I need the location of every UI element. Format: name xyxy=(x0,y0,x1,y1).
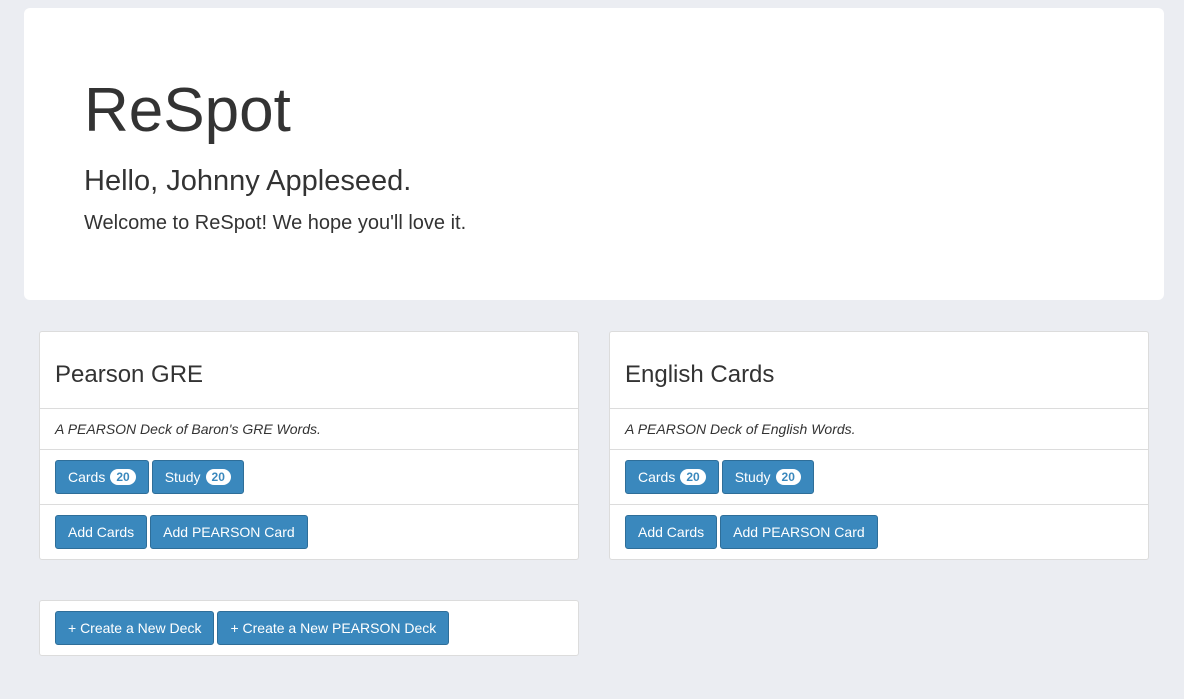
study-button[interactable]: Study 20 xyxy=(721,460,814,494)
app-title: ReSpot xyxy=(84,76,291,145)
add-cards-button[interactable]: Add Cards xyxy=(625,515,718,549)
deck-title: Pearson GRE xyxy=(55,361,204,388)
cards-count-badge: 20 xyxy=(680,469,706,485)
create-deck-panel: + Create a New Deck + Create a New PEARS… xyxy=(39,600,579,656)
deck-description: A PEARSON Deck of English Words. xyxy=(625,421,856,437)
study-button-label: Study xyxy=(734,469,771,485)
create-new-deck-button[interactable]: + Create a New Deck xyxy=(55,611,215,645)
deck-title: English Cards xyxy=(625,361,775,388)
study-count-badge: 20 xyxy=(775,469,801,485)
deck-description-row: A PEARSON Deck of English Words. xyxy=(610,409,1148,450)
jumbotron: ReSpot Hello, Johnny Appleseed. Welcome … xyxy=(24,8,1164,300)
deck-actions-row: Cards 20 Study 20 xyxy=(40,450,578,505)
deck-description: A PEARSON Deck of Baron's GRE Words. xyxy=(55,421,321,437)
deck-panel-english-cards: English Cards A PEARSON Deck of English … xyxy=(609,331,1149,560)
deck-description-row: A PEARSON Deck of Baron's GRE Words. xyxy=(40,409,578,450)
deck-header: Pearson GRE xyxy=(40,332,578,409)
cards-button-label: Cards xyxy=(68,469,106,485)
deck-header: English Cards xyxy=(610,332,1148,409)
welcome-text: Welcome to ReSpot! We hope you'll love i… xyxy=(84,212,467,234)
cards-button[interactable]: Cards 20 xyxy=(55,460,149,494)
cards-button[interactable]: Cards 20 xyxy=(625,460,719,494)
study-button-label: Study xyxy=(164,469,201,485)
add-cards-button[interactable]: Add Cards xyxy=(55,515,148,549)
study-count-badge: 20 xyxy=(205,469,231,485)
cards-count-badge: 20 xyxy=(110,469,136,485)
deck-add-row: Add Cards Add PEARSON Card xyxy=(610,505,1148,560)
study-button[interactable]: Study 20 xyxy=(151,460,244,494)
greeting-text: Hello, Johnny Appleseed. xyxy=(84,165,412,197)
deck-panel-pearson-gre: Pearson GRE A PEARSON Deck of Baron's GR… xyxy=(39,331,579,560)
add-pearson-card-button[interactable]: Add PEARSON Card xyxy=(150,515,308,549)
create-new-pearson-deck-button[interactable]: + Create a New PEARSON Deck xyxy=(217,611,450,645)
add-pearson-card-button[interactable]: Add PEARSON Card xyxy=(720,515,878,549)
deck-actions-row: Cards 20 Study 20 xyxy=(610,450,1148,505)
cards-button-label: Cards xyxy=(638,469,676,485)
deck-add-row: Add Cards Add PEARSON Card xyxy=(40,505,578,560)
